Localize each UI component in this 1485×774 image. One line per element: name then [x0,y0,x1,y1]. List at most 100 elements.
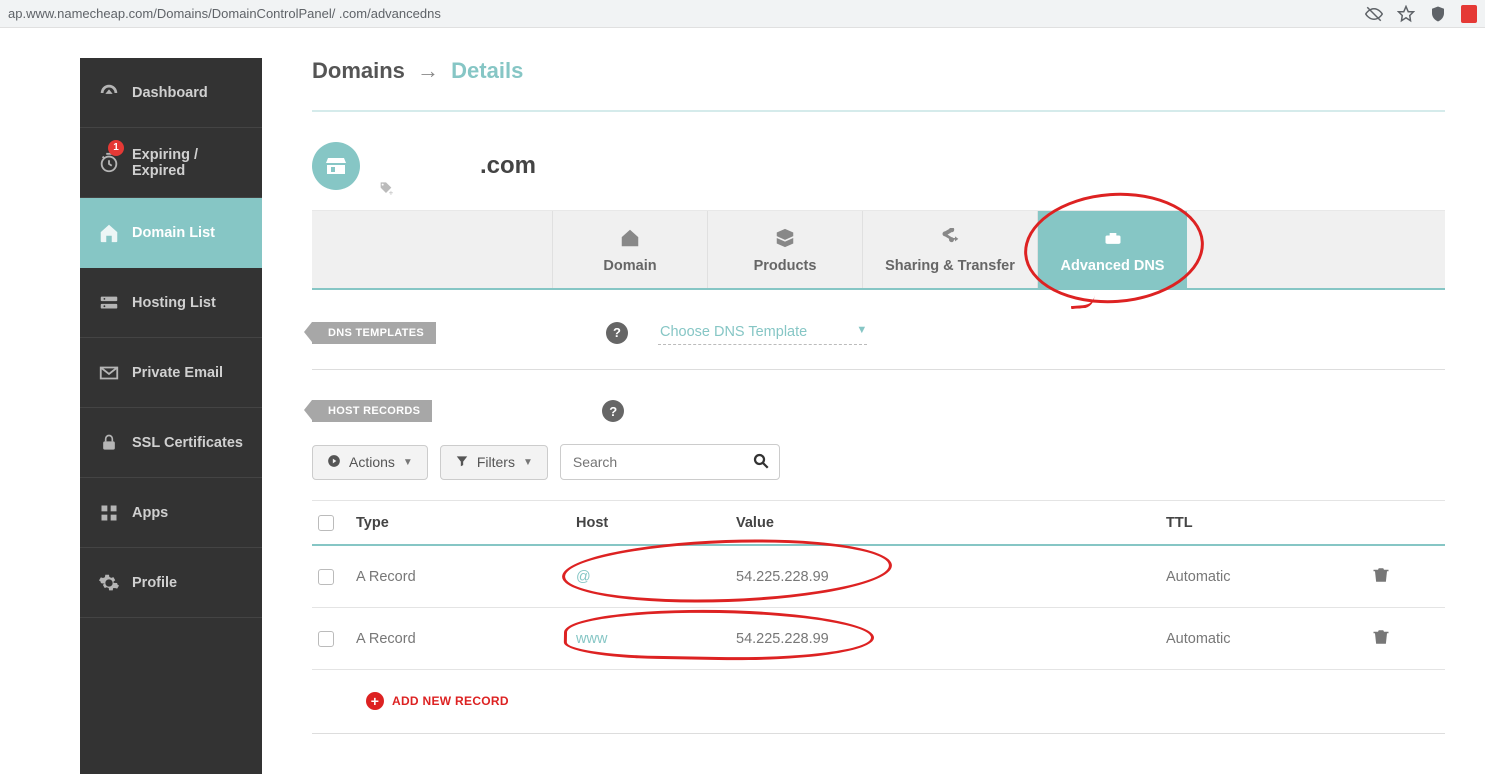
help-icon[interactable]: ? [606,322,628,344]
expiring-badge: 1 [108,140,124,156]
sidebar-item-label: Hosting List [132,295,216,311]
section-host-records: HOST RECORDS ? [312,400,1445,422]
table-header-row: Type Host Value TTL [312,500,1445,546]
help-icon[interactable]: ? [602,400,624,422]
host-records-table: Type Host Value TTL A Record @ 54.225.22… [312,500,1445,670]
tab-domain[interactable]: Domain [552,211,707,288]
sidebar-item-hosting-list[interactable]: Hosting List [80,268,262,338]
tag-add-icon[interactable]: + [378,181,394,202]
extension-icon[interactable] [1461,5,1477,23]
filters-label: Filters [477,454,515,470]
tab-label: Sharing & Transfer [885,258,1015,274]
dns-template-select[interactable]: Choose DNS Template ▼ [658,320,867,345]
filters-button[interactable]: Filters ▼ [440,445,548,480]
delete-row-button[interactable] [1372,566,1390,588]
tab-advanced-dns[interactable]: Advanced DNS [1037,211,1187,288]
breadcrumb: Domains → Details [312,58,1445,84]
sidebar-item-profile[interactable]: Profile [80,548,262,618]
row-checkbox[interactable] [318,569,334,585]
gauge-icon [98,82,120,104]
sidebar-item-label: Apps [132,505,168,521]
sidebar-item-label: Private Email [132,365,223,381]
play-icon [327,454,341,471]
eye-off-icon[interactable] [1365,5,1383,23]
svg-text:+: + [389,189,394,197]
tab-products[interactable]: Products [707,211,862,288]
breadcrumb-current: Details [451,58,523,83]
plus-icon: + [366,692,384,710]
house-icon [98,222,120,244]
records-search [560,444,780,480]
chevron-down-icon: ▼ [403,457,413,468]
sidebar-item-label: Domain List [132,225,215,241]
col-ttl: TTL [1166,515,1356,531]
cell-value[interactable]: 54.225.228.99 [736,631,1166,647]
breadcrumb-root[interactable]: Domains [312,58,405,83]
host-records-label: HOST RECORDS [312,400,432,422]
actions-label: Actions [349,454,395,470]
cell-type[interactable]: A Record [356,569,576,585]
row-checkbox[interactable] [318,631,334,647]
browser-url-bar: ap.www.namecheap.com/Domains/DomainContr… [0,0,1485,28]
sidebar-item-label: Profile [132,575,177,591]
add-record-label: ADD NEW RECORD [392,694,509,708]
tab-sharing-transfer[interactable]: Sharing & Transfer [862,211,1037,288]
col-value: Value [736,515,1166,531]
browser-url: ap.www.namecheap.com/Domains/DomainContr… [8,6,1365,21]
sidebar-item-expiring[interactable]: 1 Expiring / Expired [80,128,262,198]
records-action-row: Actions ▼ Filters ▼ [312,444,1445,480]
sidebar-item-dashboard[interactable]: Dashboard [80,58,262,128]
cell-host[interactable]: @ [576,569,736,585]
col-type: Type [356,515,576,531]
cell-host[interactable]: www [576,631,736,647]
share-icon [938,226,962,250]
sidebar: Dashboard 1 Expiring / Expired Domain Li… [80,58,262,774]
box-icon [774,226,796,250]
divider [312,733,1445,734]
search-input[interactable] [560,444,780,480]
section-dns-templates: DNS TEMPLATES ? Choose DNS Template ▼ [312,320,1445,345]
cell-ttl[interactable]: Automatic [1166,631,1356,647]
table-row: A Record @ 54.225.228.99 Automatic [312,546,1445,608]
chevron-down-icon: ▼ [523,457,533,468]
sidebar-item-label: Dashboard [132,85,208,101]
sidebar-item-domain-list[interactable]: Domain List [80,198,262,268]
sidebar-item-private-email[interactable]: Private Email [80,338,262,408]
browser-toolbar-icons [1365,5,1477,23]
domain-header: + .com [312,142,1445,190]
divider [312,110,1445,112]
table-row: A Record www 54.225.228.99 Automatic [312,608,1445,670]
arrow-right-icon: → [417,58,439,83]
sidebar-item-label: SSL Certificates [132,435,243,451]
server-icon [98,292,120,314]
apps-icon [98,502,120,524]
main-content: Domains → Details + .com Domain [262,28,1485,774]
select-all-checkbox[interactable] [318,515,334,531]
gear-icon [98,572,120,594]
tab-label: Products [754,258,817,274]
actions-button[interactable]: Actions ▼ [312,445,428,480]
cell-value[interactable]: 54.225.228.99 [736,569,1166,585]
mail-icon [98,362,120,384]
col-host: Host [576,515,736,531]
shield-icon[interactable] [1429,5,1447,23]
add-new-record-button[interactable]: + ADD NEW RECORD [366,692,509,710]
domain-tabs: Domain Products Sharing & Transfer Advan… [312,210,1445,290]
domain-name: .com [480,152,536,180]
chevron-down-icon: ▼ [856,324,867,336]
store-icon [312,142,360,190]
sidebar-item-ssl[interactable]: SSL Certificates [80,408,262,478]
dns-templates-label: DNS TEMPLATES [312,322,436,344]
cell-ttl[interactable]: Automatic [1166,569,1356,585]
delete-row-button[interactable] [1372,628,1390,650]
search-icon[interactable] [752,452,770,475]
star-icon[interactable] [1397,5,1415,23]
funnel-icon [455,454,469,471]
sidebar-item-apps[interactable]: Apps [80,478,262,548]
toolbox-icon [1101,226,1125,250]
cell-type[interactable]: A Record [356,631,576,647]
lock-icon [98,432,120,454]
house-icon [619,226,641,250]
tab-label: Domain [603,258,656,274]
divider [312,369,1445,370]
